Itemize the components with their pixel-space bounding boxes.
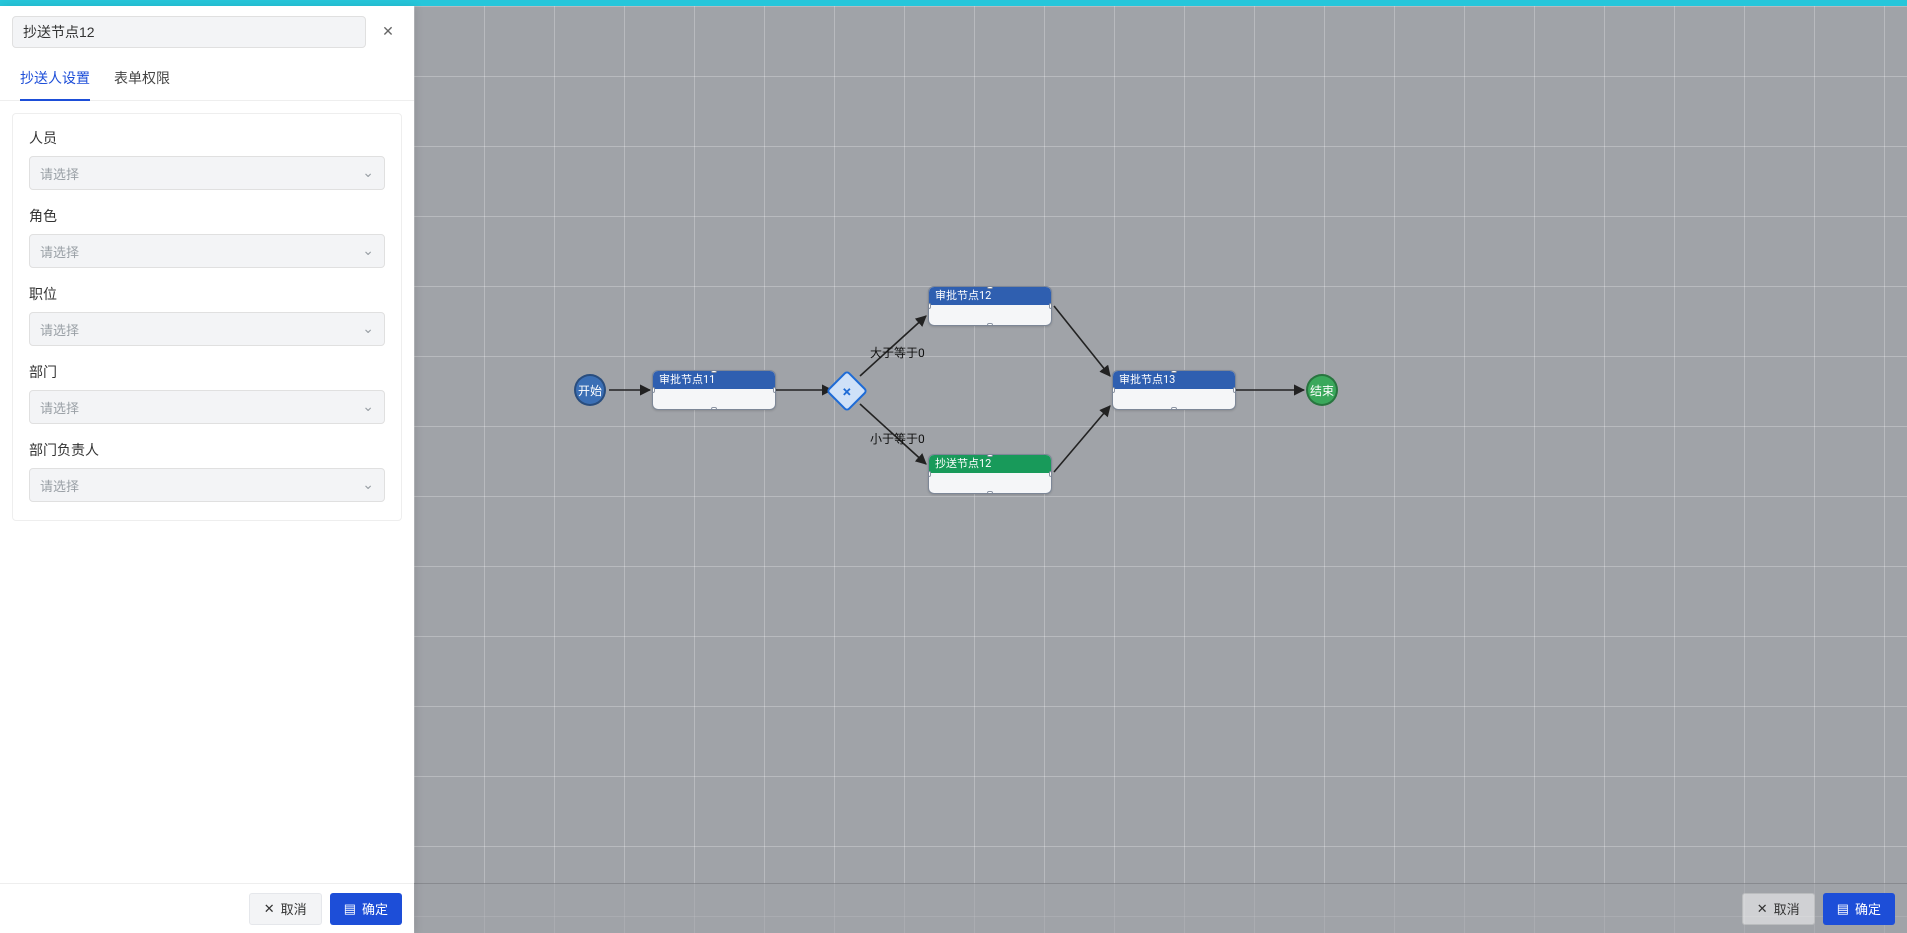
tab-label: 表单权限 [114,71,170,87]
node-port[interactable] [987,323,993,326]
tab-label: 抄送人设置 [20,71,90,87]
form-group-role: 角色 请选择 ⌄ [29,206,385,268]
form-group-department: 部门 请选择 ⌄ [29,362,385,424]
close-icon: ✕ [382,24,394,40]
field-label: 部门 [29,362,385,382]
node-port[interactable] [1171,407,1177,410]
flow-start-label: 开始 [578,382,602,399]
node-port[interactable] [987,491,993,494]
node-port[interactable] [928,471,931,477]
flow-start-node[interactable]: 开始 [574,374,606,406]
field-label: 角色 [29,206,385,226]
flow-node-approve11[interactable]: 审批节点11 [652,370,776,410]
canvas-cancel-button[interactable]: ✕ 取消 [1742,893,1815,925]
node-port[interactable] [711,370,717,373]
panel-footer: ✕ 取消 ▤ 确定 [0,883,414,933]
panel-header: ✕ [0,6,414,58]
flow-end-label: 结束 [1310,382,1334,399]
button-label: 取消 [1774,899,1800,918]
save-icon: ▤ [1837,901,1849,917]
select-placeholder: 请选择 [40,164,79,183]
department-select[interactable]: 请选择 ⌄ [29,390,385,424]
flow-end-node[interactable]: 结束 [1306,374,1338,406]
person-select[interactable]: 请选择 ⌄ [29,156,385,190]
canvas-footer: ✕ 取消 ▤ 确定 [414,883,1907,933]
close-icon: ✕ [264,901,275,917]
flow-node-approve13[interactable]: 审批节点13 [1112,370,1236,410]
node-port[interactable] [1233,387,1236,393]
panel-body: 人员 请选择 ⌄ 角色 请选择 ⌄ 职位 请选择 ⌄ [0,101,414,883]
flow-node-approve12[interactable]: 审批节点12 [928,286,1052,326]
save-icon: ▤ [344,901,356,917]
canvas-layer[interactable]: 开始 审批节点11 × 大于等于0 小于等于0 审批节点12 抄送节点12 [414,6,1907,933]
field-label: 部门负责人 [29,440,385,460]
tab-form-permission[interactable]: 表单权限 [114,58,170,100]
chevron-down-icon: ⌄ [362,243,374,259]
node-port[interactable] [987,454,993,457]
select-placeholder: 请选择 [40,242,79,261]
chevron-down-icon: ⌄ [362,321,374,337]
gateway-x-icon: × [843,382,852,401]
node-title: 审批节点13 [1113,371,1235,389]
node-port[interactable] [1171,370,1177,373]
tab-cc-settings[interactable]: 抄送人设置 [20,58,90,100]
chevron-down-icon: ⌄ [362,165,374,181]
edge-label-gte0: 大于等于0 [866,342,929,363]
node-port[interactable] [1049,471,1052,477]
flow-node-cc12[interactable]: 抄送节点12 [928,454,1052,494]
select-placeholder: 请选择 [40,398,79,417]
node-port[interactable] [652,387,655,393]
canvas-confirm-button[interactable]: ▤ 确定 [1823,893,1895,925]
edge-label-lte0: 小于等于0 [866,428,929,449]
node-title: 抄送节点12 [929,455,1051,473]
chevron-down-icon: ⌄ [362,477,374,493]
position-select[interactable]: 请选择 ⌄ [29,312,385,346]
flow-edges [414,6,1907,933]
select-placeholder: 请选择 [40,320,79,339]
form-group-person: 人员 请选择 ⌄ [29,128,385,190]
panel-confirm-button[interactable]: ▤ 确定 [330,893,402,925]
chevron-down-icon: ⌄ [362,399,374,415]
role-select[interactable]: 请选择 ⌄ [29,234,385,268]
node-port[interactable] [987,286,993,289]
node-title: 审批节点11 [653,371,775,389]
node-settings-panel: ✕ 抄送人设置 表单权限 人员 请选择 ⌄ 角色 请选择 ⌄ [0,6,414,933]
form-group-dept-leader: 部门负责人 请选择 ⌄ [29,440,385,502]
panel-card: 人员 请选择 ⌄ 角色 请选择 ⌄ 职位 请选择 ⌄ [12,113,402,521]
node-title: 审批节点12 [929,287,1051,305]
panel-close-button[interactable]: ✕ [374,18,402,46]
node-port[interactable] [1112,387,1115,393]
select-placeholder: 请选择 [40,476,79,495]
panel-cancel-button[interactable]: ✕ 取消 [249,893,322,925]
button-label: 确定 [362,899,388,918]
form-group-position: 职位 请选择 ⌄ [29,284,385,346]
close-icon: ✕ [1757,901,1768,917]
node-port[interactable] [711,407,717,410]
field-label: 职位 [29,284,385,304]
node-port[interactable] [773,387,776,393]
field-label: 人员 [29,128,385,148]
node-port[interactable] [928,303,931,309]
node-title-input[interactable] [12,16,366,48]
button-label: 取消 [281,899,307,918]
dept-leader-select[interactable]: 请选择 ⌄ [29,468,385,502]
panel-tabs: 抄送人设置 表单权限 [0,58,414,101]
button-label: 确定 [1855,899,1881,918]
node-port[interactable] [1049,303,1052,309]
